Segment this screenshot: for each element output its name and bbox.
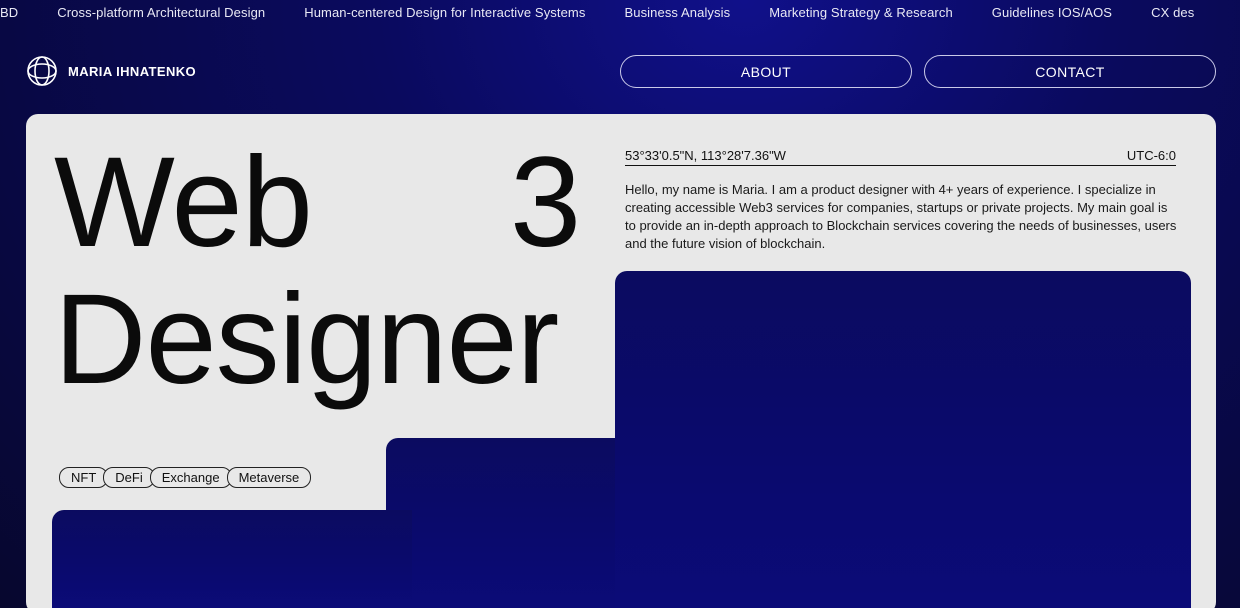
tag-list: NFT DeFi Exchange Metaverse — [59, 467, 312, 488]
marquee-track: BD Cross-platform Architectural Design Hum… — [0, 5, 1233, 20]
dark-panel-bottom — [52, 510, 412, 608]
marquee-item: Marketing Strategy & Research — [769, 5, 953, 20]
coordinates: 53°33'0.5"N, 113°28'7.36"W — [625, 148, 786, 163]
showcase-panel — [615, 271, 1191, 608]
bio-text: Hello, my name is Maria. I am a product … — [625, 182, 1177, 251]
brand-name: MARIA IHNATENKO — [68, 63, 197, 79]
marquee-item: Business Analysis — [624, 5, 731, 20]
hero-title-designer: Designer — [54, 268, 559, 411]
location-bar: 53°33'0.5"N, 113°28'7.36"W UTC-6:0 — [625, 148, 1176, 166]
dark-panel-middle — [386, 438, 646, 608]
tag-exchange[interactable]: Exchange — [149, 467, 232, 488]
marquee-item: Guidelines IOS/AOS — [991, 5, 1113, 20]
marquee-item: BD — [0, 5, 19, 20]
marquee-item: Cross-platform Architectural Design — [57, 5, 266, 20]
about-button[interactable]: ABOUT — [620, 55, 912, 88]
brand[interactable]: MARIA IHNATENKO — [26, 55, 196, 87]
hero-title-3: 3 — [510, 131, 581, 274]
globe-logo-icon — [27, 56, 57, 86]
hero-title-web: Web — [54, 131, 313, 274]
services-marquee: BD Cross-platform Architectural Design Hum… — [0, 0, 1240, 26]
contact-button[interactable]: CONTACT — [924, 55, 1216, 88]
marquee-item: CX des — [1151, 5, 1195, 20]
marquee-item: Human-centered Design for Interactive Sy… — [304, 5, 586, 20]
timezone: UTC-6:0 — [1126, 148, 1176, 163]
tag-nft[interactable]: NFT — [59, 467, 109, 488]
tag-metaverse[interactable]: Metaverse — [226, 467, 312, 488]
tag-defi[interactable]: DeFi — [103, 467, 155, 488]
